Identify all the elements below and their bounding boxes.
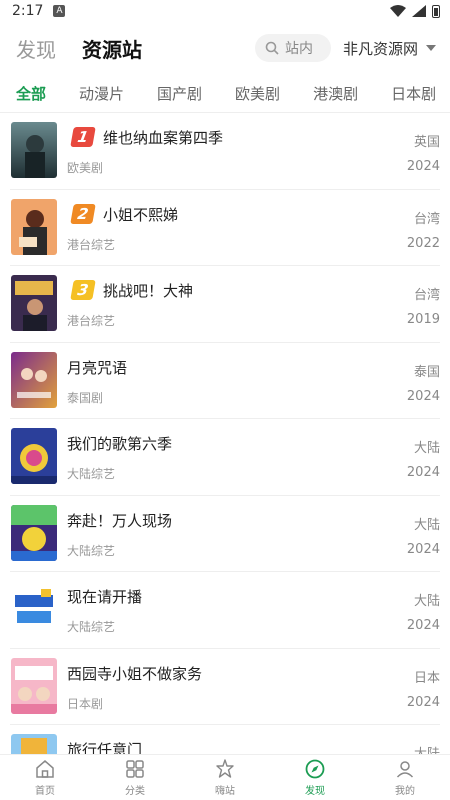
search-button[interactable]: 站内 — [254, 34, 331, 62]
item-genre: 大陆综艺 — [67, 543, 116, 558]
nav-discover[interactable]: 发现 — [270, 755, 360, 800]
item-genre: 港台综艺 — [67, 314, 116, 328]
poster-thumbnail — [11, 734, 57, 754]
nav-label: 我的 — [395, 786, 415, 797]
poster-thumbnail — [11, 122, 57, 178]
item-region: 台湾 — [413, 288, 440, 303]
poster-thumbnail — [11, 657, 57, 714]
tab-hk-drama[interactable]: 港澳剧 — [313, 83, 358, 104]
item-genre: 欧美剧 — [67, 161, 104, 175]
tab-all[interactable]: 全部 — [16, 83, 46, 104]
item-region: 大陆 — [413, 441, 440, 456]
header: 发现 资源站 站内 非凡资源网 — [0, 28, 450, 68]
status-time: 2:17 — [12, 3, 44, 19]
item-title: 奔赴！万人现场 — [67, 511, 173, 530]
site-name: 非凡资源网 — [342, 39, 418, 58]
nav-hi-station[interactable]: 嗨站 — [180, 755, 270, 800]
search-icon — [265, 41, 279, 55]
item-genre: 大陆综艺 — [67, 620, 116, 634]
item-title: 挑战吧！大神 — [103, 282, 194, 300]
search-label: 站内 — [284, 41, 313, 57]
battery-icon — [432, 4, 440, 18]
item-year: 2024 — [406, 465, 440, 480]
tab-resource-station[interactable]: 资源站 — [82, 34, 142, 63]
rank-badge: 1 — [70, 127, 96, 147]
item-title: 西园寺小姐不做家务 — [67, 664, 203, 683]
item-genre: 日本剧 — [67, 696, 104, 711]
chevron-down-icon — [426, 45, 436, 51]
poster-thumbnail — [11, 198, 57, 255]
nav-label: 嗨站 — [215, 786, 235, 797]
tab-discover[interactable]: 发现 — [16, 34, 56, 63]
item-title: 旅行任意门 — [67, 741, 143, 754]
list-item[interactable]: 奔赴！万人现场 大陆综艺 大陆 2024 — [10, 496, 440, 572]
nav-profile[interactable]: 我的 — [360, 755, 450, 800]
item-region: 大陆 — [414, 743, 440, 754]
nav-home[interactable]: 首页 — [0, 755, 90, 800]
tab-anime[interactable]: 动漫片 — [79, 83, 124, 104]
item-genre: 大陆综艺 — [67, 467, 116, 481]
nav-label: 发现 — [305, 786, 325, 797]
item-genre: 港台综艺 — [67, 237, 116, 252]
item-region: 英国 — [413, 135, 440, 150]
tab-domestic-drama[interactable]: 国产剧 — [157, 83, 202, 104]
tab-western-drama[interactable]: 欧美剧 — [235, 83, 280, 104]
item-title: 月亮咒语 — [67, 358, 128, 377]
tab-japanese-drama[interactable]: 日本剧 — [391, 83, 436, 104]
nav-category[interactable]: 分类 — [90, 755, 180, 800]
wifi-icon — [390, 5, 406, 17]
poster-thumbnail — [11, 351, 57, 408]
item-year: 2024 — [406, 694, 440, 710]
user-icon — [396, 761, 414, 778]
grid-icon — [126, 760, 144, 778]
signal-icon — [412, 5, 426, 17]
list-item[interactable]: 3 挑战吧！大神 港台综艺 台湾 2019 — [10, 266, 440, 343]
item-year: 2024 — [406, 159, 440, 174]
nav-label: 首页 — [35, 786, 55, 797]
item-region: 日本 — [413, 670, 440, 686]
item-region: 大陆 — [413, 594, 440, 609]
poster-thumbnail — [11, 504, 57, 561]
list-item[interactable]: 我们的歌第六季 大陆综艺 大陆 2024 — [10, 419, 440, 496]
status-icons — [390, 4, 440, 18]
category-tabs: 全部 动漫片 国产剧 欧美剧 港澳剧 日本剧 — [0, 78, 450, 108]
item-region: 台湾 — [413, 211, 440, 227]
item-title: 小姐不熙娣 — [103, 205, 179, 224]
list-item[interactable]: 西园寺小姐不做家务 日本剧 日本 2024 — [10, 649, 440, 725]
rank-badge: 2 — [70, 203, 96, 224]
list-item[interactable]: 现在请开播 大陆综艺 大陆 2024 — [10, 572, 440, 649]
list-item[interactable]: 月亮咒语 泰国剧 泰国 2024 — [10, 343, 440, 419]
list-item[interactable]: 2 小姐不熙娣 港台综艺 台湾 2022 — [10, 190, 440, 266]
item-year: 2024 — [406, 541, 440, 557]
bottom-nav: 首页 分类 嗨站 发现 我的 — [0, 754, 450, 800]
spark-icon — [216, 759, 234, 778]
item-region: 大陆 — [413, 517, 440, 533]
site-selector[interactable]: 非凡资源网 — [343, 38, 436, 59]
list-item[interactable]: 旅行任意门 大陆 — [10, 725, 440, 754]
poster-thumbnail — [11, 275, 57, 331]
item-region: 泰国 — [413, 364, 440, 380]
item-year: 2022 — [406, 235, 440, 251]
notification-icon: A — [53, 5, 66, 17]
item-genre: 泰国剧 — [67, 390, 104, 405]
poster-thumbnail — [11, 428, 57, 484]
home-icon — [36, 760, 54, 778]
item-title: 现在请开播 — [67, 588, 143, 606]
item-year: 2024 — [406, 618, 440, 633]
video-list: 1 维也纳血案第四季 欧美剧 英国 2024 2 小姐不熙娣 港台综艺 台湾 2… — [0, 113, 450, 754]
list-item[interactable]: 1 维也纳血案第四季 欧美剧 英国 2024 — [10, 113, 440, 190]
rank-badge: 3 — [70, 280, 96, 300]
poster-thumbnail — [11, 581, 57, 637]
status-bar: 2:17 A — [0, 0, 450, 22]
nav-label: 分类 — [125, 786, 145, 797]
item-year: 2019 — [406, 312, 440, 327]
item-title: 维也纳血案第四季 — [103, 129, 224, 147]
item-title: 我们的歌第六季 — [67, 435, 173, 453]
compass-icon — [305, 759, 325, 779]
item-year: 2024 — [406, 388, 440, 404]
